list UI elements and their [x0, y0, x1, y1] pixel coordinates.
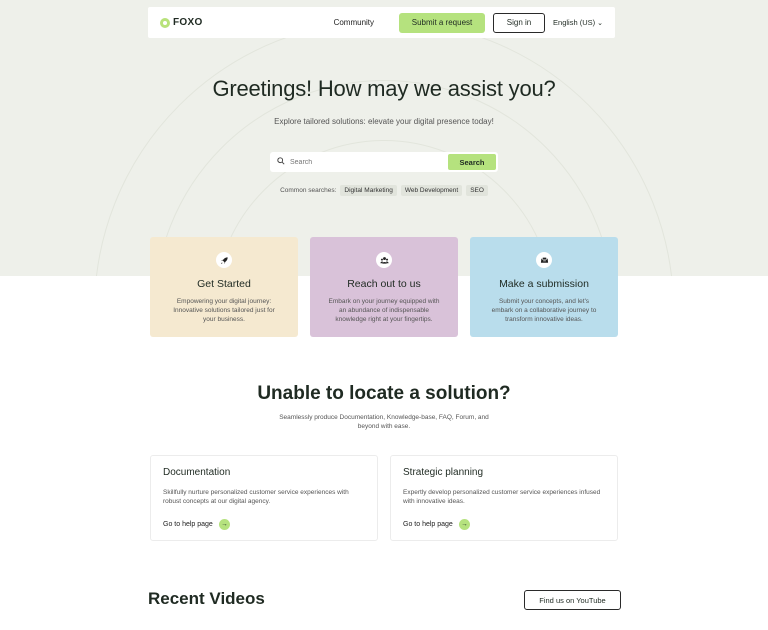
- rocket-icon: [216, 252, 232, 268]
- help-card-strategic-planning: Strategic planning Expertly develop pers…: [390, 455, 618, 541]
- card-title: Make a submission: [499, 278, 589, 290]
- find-us-on-youtube-button[interactable]: Find us on YouTube: [524, 590, 621, 610]
- sign-in-button[interactable]: Sign in: [493, 12, 546, 33]
- section-subtitle: Seamlessly produce Documentation, Knowle…: [279, 414, 489, 430]
- recent-videos-title: Recent Videos: [148, 589, 265, 608]
- language-label: English (US): [553, 18, 596, 27]
- users-icon: [376, 252, 392, 268]
- card-make-submission[interactable]: Make a submission Submit your concepts, …: [470, 237, 618, 337]
- search-button[interactable]: Search: [448, 154, 496, 170]
- card-get-started[interactable]: Get Started Empowering your digital jour…: [150, 237, 298, 337]
- submit-request-button[interactable]: Submit a request: [399, 12, 486, 33]
- common-searches-label: Common searches:: [280, 187, 337, 194]
- card-title: Get Started: [197, 278, 251, 290]
- search-icon: [277, 157, 285, 167]
- hero-background: [0, 0, 768, 276]
- link-label: Go to help page: [163, 521, 213, 528]
- inbox-icon: [536, 252, 552, 268]
- arrow-right-icon: →: [458, 519, 470, 530]
- section-title: Unable to locate a solution?: [257, 383, 511, 404]
- help-card-title: Documentation: [163, 467, 231, 478]
- header-nav: Community Submit a request Sign in Engli…: [334, 12, 603, 33]
- hero-subtitle: Explore tailored solutions: elevate your…: [274, 117, 494, 126]
- common-search-chip[interactable]: Web Development: [400, 185, 463, 196]
- help-card-text: Expertly develop personalized customer s…: [403, 489, 601, 505]
- community-link[interactable]: Community: [334, 18, 374, 27]
- hero-title: Greetings! How may we assist you?: [212, 76, 556, 101]
- logo-icon: [160, 17, 170, 28]
- card-text: Embark on your journey equipped with an …: [328, 298, 440, 323]
- common-search-chip[interactable]: Digital Marketing: [340, 185, 397, 196]
- go-to-help-page-link[interactable]: Go to help page →: [403, 519, 605, 530]
- help-card-title: Strategic planning: [403, 467, 484, 478]
- chevron-down-icon: ⌄: [597, 19, 603, 27]
- help-card-documentation: Documentation Skillfully nurture persona…: [150, 455, 378, 541]
- card-title: Reach out to us: [347, 278, 421, 290]
- logo-text: FOXO: [173, 17, 203, 28]
- common-searches: Common searches: Digital Marketing Web D…: [0, 185, 768, 196]
- search-input[interactable]: [290, 158, 440, 166]
- card-text: Empowering your digital journey: Innovat…: [173, 298, 275, 323]
- arrow-right-icon: →: [218, 519, 230, 530]
- language-selector[interactable]: English (US) ⌄: [553, 18, 603, 27]
- top-navbar: FOXO Community Submit a request Sign in …: [148, 7, 615, 38]
- card-reach-out[interactable]: Reach out to us Embark on your journey e…: [310, 237, 458, 337]
- help-card-text: Skillfully nurture personalized customer…: [163, 489, 349, 505]
- card-text: Submit your concepts, and let's embark o…: [491, 298, 597, 323]
- link-label: Go to help page: [403, 521, 453, 528]
- common-search-chip[interactable]: SEO: [466, 185, 488, 196]
- logo[interactable]: FOXO: [160, 17, 203, 28]
- search-bar: Search: [270, 152, 498, 172]
- go-to-help-page-link[interactable]: Go to help page →: [163, 519, 365, 530]
